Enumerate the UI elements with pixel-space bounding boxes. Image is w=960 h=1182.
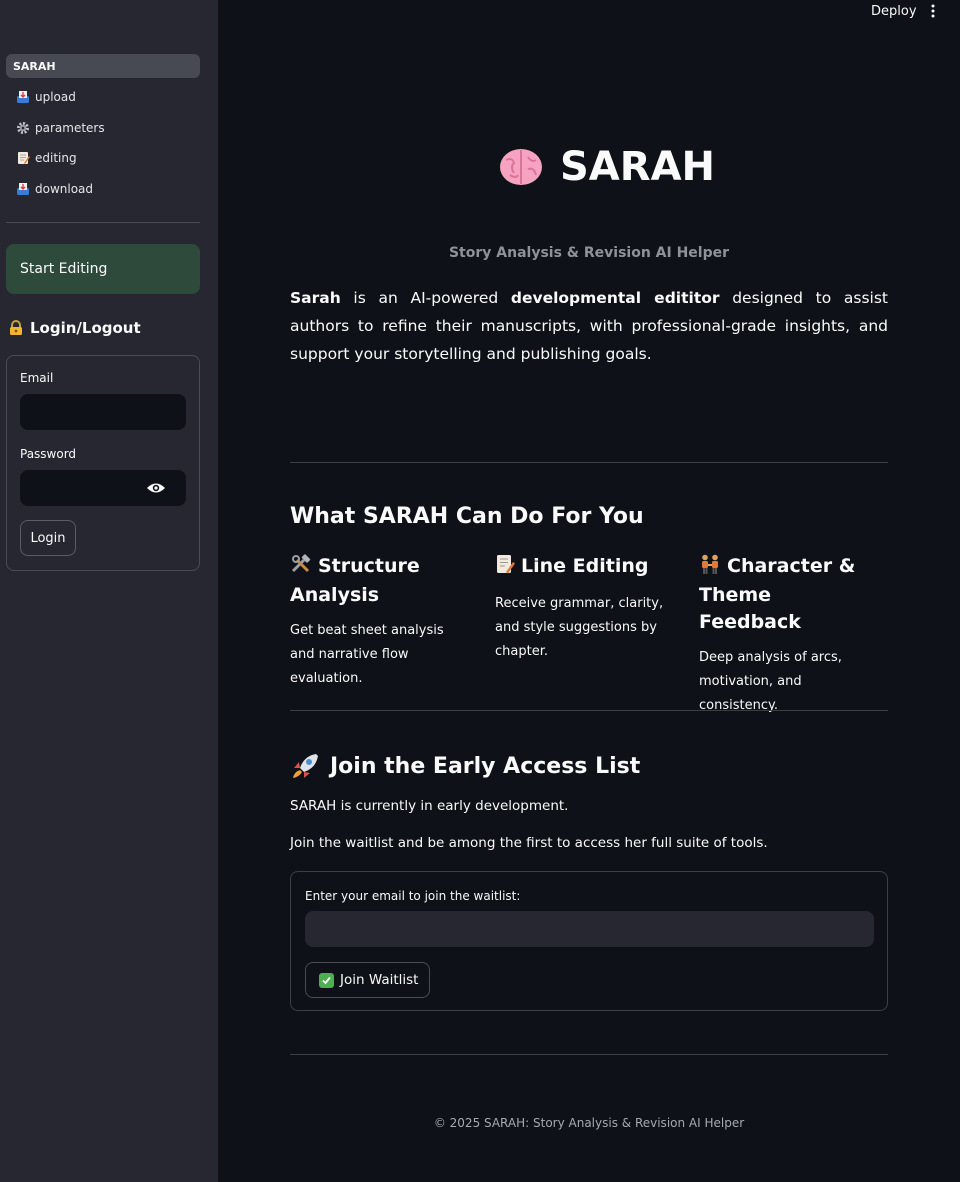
- early-access-line-1: SARAH is currently in early development.: [290, 798, 569, 814]
- sidebar-item-label: editing: [35, 151, 77, 165]
- login-form: Email Password Login: [6, 355, 200, 571]
- title-text: SARAH: [560, 144, 715, 190]
- early-access-heading: Join the Early Access List: [290, 752, 640, 780]
- hammer-wrench-icon: [290, 554, 312, 582]
- sidebar-item-label: upload: [35, 90, 76, 104]
- sidebar-divider: [6, 222, 200, 223]
- login-button-label: Login: [30, 530, 66, 546]
- people-holding-hands-icon: [699, 554, 721, 582]
- feature-structure-analysis: Structure Analysis Get beat sheet analys…: [290, 553, 470, 691]
- intro-text-1: is an AI-powered: [340, 289, 511, 307]
- early-access-line-2: Join the waitlist and be among the first…: [290, 835, 768, 851]
- feature-line-editing: Line Editing Receive grammar, clarity, a…: [495, 553, 675, 664]
- password-field[interactable]: [20, 470, 186, 506]
- feature-character-theme: Character & Theme Feedback Deep analysis…: [699, 553, 879, 718]
- feature-text: Deep analysis of arcs, motivation, and c…: [699, 650, 842, 713]
- lock-key-icon: [8, 320, 24, 336]
- memo-icon: [495, 554, 515, 582]
- start-editing-label: Start Editing: [20, 261, 108, 277]
- sidebar-item-editing[interactable]: editing: [6, 146, 200, 170]
- sidebar-item-parameters[interactable]: parameters: [6, 116, 200, 140]
- section-divider: [290, 462, 888, 463]
- page-title: SARAH: [498, 144, 715, 190]
- subtitle: Story Analysis & Revision AI Helper: [448, 245, 730, 261]
- feature-title: Character & Theme Feedback: [699, 553, 879, 636]
- sidebar-item-label: SARAH: [13, 59, 56, 73]
- login-heading: Login/Logout: [8, 319, 141, 337]
- intro-name: Sarah: [290, 289, 341, 307]
- sidebar-item-download[interactable]: download: [6, 177, 200, 201]
- intro-bold: developmental edititor: [510, 289, 720, 307]
- join-waitlist-button[interactable]: Join Waitlist: [305, 962, 431, 998]
- waitlist-email-input[interactable]: [305, 911, 874, 947]
- waitlist-email-label: Enter your email to join the waitlist:: [305, 889, 521, 903]
- waitlist-form: Enter your email to join the waitlist: J…: [290, 871, 888, 1011]
- rocket-icon: [290, 752, 320, 780]
- join-waitlist-label: Join Waitlist: [340, 972, 419, 988]
- sidebar: SARAH upload parameters editing download…: [0, 0, 218, 1182]
- sidebar-item-sarah[interactable]: SARAH: [6, 54, 200, 78]
- main-content: SARAH Story Analysis & Revision AI Helpe…: [218, 0, 960, 1182]
- inbox-tray-icon: [16, 182, 30, 196]
- gear-icon: [16, 121, 30, 135]
- sidebar-item-upload[interactable]: upload: [6, 85, 200, 109]
- login-title: Login/Logout: [30, 319, 141, 337]
- feature-title-text: Character & Theme Feedback: [699, 555, 856, 633]
- intro-paragraph: Sarah is an AI-powered developmental edi…: [290, 284, 888, 368]
- email-field[interactable]: [20, 394, 186, 430]
- feature-title-text: Line Editing: [521, 555, 649, 577]
- early-access-title: Join the Early Access List: [330, 753, 641, 779]
- feature-title: Line Editing: [495, 553, 675, 582]
- feature-text: Get beat sheet analysis and narrative fl…: [290, 623, 444, 686]
- brain-icon: [498, 145, 544, 189]
- memo-icon: [16, 151, 30, 165]
- password-label: Password: [20, 447, 77, 461]
- check-mark-icon: [319, 972, 334, 988]
- feature-title: Structure Analysis: [290, 553, 470, 609]
- inbox-tray-icon: [16, 90, 30, 104]
- sidebar-item-label: download: [35, 182, 94, 196]
- sidebar-item-label: parameters: [35, 121, 105, 135]
- feature-text: Receive grammar, clarity, and style sugg…: [495, 596, 664, 659]
- section-divider: [290, 710, 888, 711]
- eye-icon[interactable]: [146, 480, 166, 496]
- login-button[interactable]: Login: [20, 520, 76, 556]
- start-editing-button[interactable]: Start Editing: [6, 244, 200, 294]
- section-divider: [290, 1054, 888, 1055]
- footer: © 2025 SARAH: Story Analysis & Revision …: [433, 1116, 745, 1130]
- email-label: Email: [20, 371, 54, 385]
- features-heading: What SARAH Can Do For You: [290, 504, 644, 529]
